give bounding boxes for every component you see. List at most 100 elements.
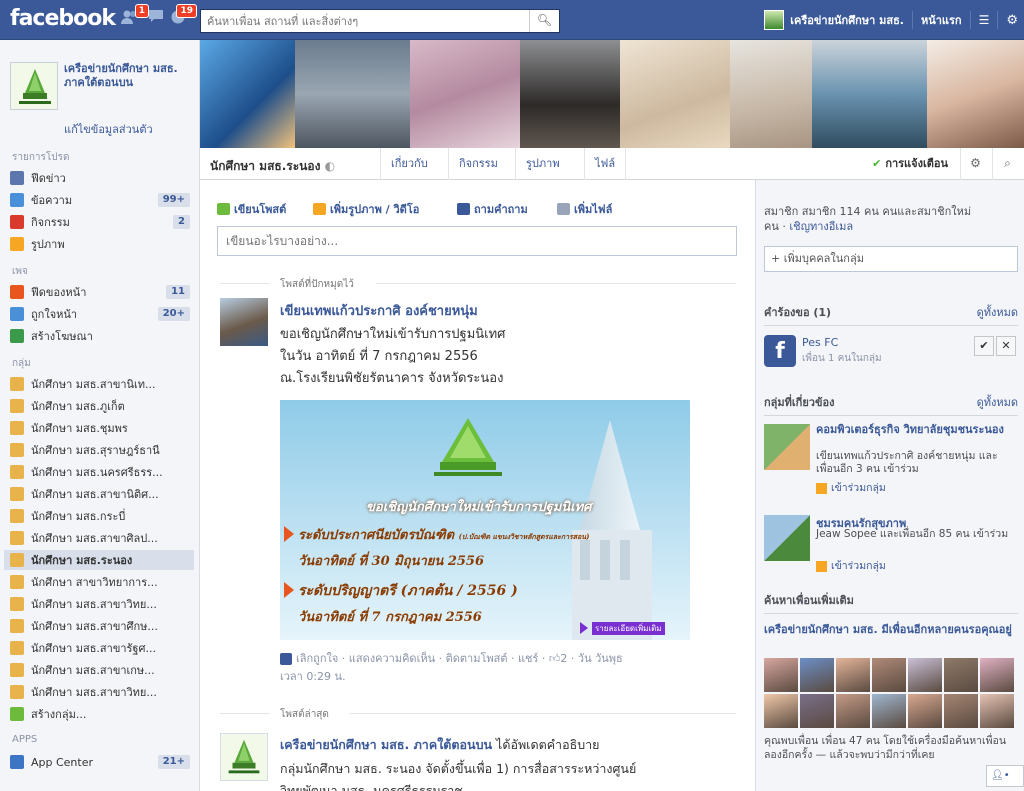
cover-photo-8[interactable] — [927, 40, 1024, 148]
sidebar-group-item-2[interactable]: นักศึกษา มสธ.ชุมพร — [10, 418, 194, 438]
user-name-link[interactable]: เครือข่ายนักศึกษา มสธ. — [790, 11, 904, 29]
sidebar-app-item-0[interactable]: App Center 21+ — [10, 752, 194, 772]
pinned-post-actions: เลิกถูกใจ · แสดงความคิดเห็น · ติดตามโพสต… — [280, 650, 700, 686]
sidebar-group-item-7[interactable]: นักศึกษา มสธ.สาขาศิลป... — [10, 528, 194, 548]
add-people-input[interactable]: + เพิ่มบุคคลในกลุ่ม — [764, 246, 1018, 272]
related-see-all-link[interactable]: ดูทั้งหมด — [977, 392, 1018, 414]
friend-suggestion-photo[interactable] — [872, 694, 906, 728]
tab-events[interactable]: กิจกรรม — [448, 148, 508, 180]
recent-author-avatar[interactable] — [220, 733, 268, 781]
related-group-1-thumbnail[interactable] — [764, 424, 810, 470]
sidebar-group-item-3[interactable]: นักศึกษา มสธ.สุราษฎร์ธานี — [10, 440, 194, 460]
tab-files[interactable]: ไฟล์ — [584, 148, 627, 180]
sidebar-group-item-11[interactable]: นักศึกษา มสธ.สาขาศึกษ... — [10, 616, 194, 636]
friend-suggestion-photo[interactable] — [980, 658, 1014, 692]
sidebar-group-item-10[interactable]: นักศึกษา มสธ.สาขาวิทย... — [10, 594, 194, 614]
sidebar-group-item-13[interactable]: นักศึกษา มสธ.สาขาเกษ... — [10, 660, 194, 680]
sidebar-group-item-1[interactable]: นักศึกษา มสธ.ภูเก็ต — [10, 396, 194, 416]
requests-see-all-link[interactable]: ดูทั้งหมด — [977, 302, 1018, 324]
sidebar-group-item-8[interactable]: นักศึกษา มสธ.ระนอง — [4, 550, 194, 570]
banner-line-4: วันอาทิตย์ ที่ 7 กรกฎาคม 2556 — [298, 610, 482, 625]
friend-suggestion-photo[interactable] — [872, 658, 906, 692]
cover-photo-3[interactable] — [410, 40, 520, 148]
sidebar-favorite-item-0[interactable]: ฟีดข่าว — [10, 168, 194, 188]
friend-suggestion-photo[interactable] — [836, 694, 870, 728]
related-group-2-join[interactable]: เข้าร่วมกลุ่ม — [816, 557, 886, 574]
friend-suggestion-photo[interactable] — [800, 658, 834, 692]
tab-photos[interactable]: รูปภาพ — [515, 148, 570, 180]
sidebar-group-item-6[interactable]: นักศึกษา มสธ.กระบี่ — [10, 506, 194, 526]
sidebar-page-item-2[interactable]: สร้างโฆษณา — [10, 326, 194, 346]
ask-question-tab[interactable]: ถามคำถาม — [457, 200, 528, 218]
related-group-1-join[interactable]: เข้าร่วมกลุ่ม — [816, 479, 886, 496]
recent-posts-label: โพสต์ล่าสุด — [280, 709, 329, 720]
search-icon[interactable]: 🔍︎ — [529, 10, 559, 32]
approve-check-icon[interactable]: ✔ — [974, 336, 994, 356]
sidebar-group-item-5[interactable]: นักศึกษา มสธ.สาขานิติศ... — [10, 484, 194, 504]
invite-by-email-link[interactable]: เชิญทางอีเมล — [789, 220, 853, 233]
sidebar-group-item-14[interactable]: นักศึกษา มสธ.สาขาวิทย... — [10, 682, 194, 702]
friend-suggestion-photo[interactable] — [908, 694, 942, 728]
friend-suggestion-photo[interactable] — [908, 658, 942, 692]
notifications-button[interactable]: ✔ การแจ้งเตือน — [862, 148, 958, 180]
friend-suggestion-photo[interactable] — [764, 694, 798, 728]
sidebar-favorite-label: ข้อความ — [31, 194, 73, 207]
add-photo-video-tab[interactable]: เพิ่มรูปภาพ / วิดีโอ — [313, 200, 419, 218]
friend-suggestion-photo[interactable] — [944, 694, 978, 728]
messages-icon[interactable] — [146, 9, 166, 27]
settings-gear-icon[interactable]: ⚙ — [1006, 13, 1018, 28]
composer-input[interactable] — [217, 226, 737, 256]
pinned-post-image[interactable]: ขอเชิญนักศึกษาใหม่เข้ารับการปฐมนิเทศ ระด… — [280, 400, 690, 640]
friend-requests-icon[interactable]: 1 — [120, 4, 149, 27]
sidebar-page-item-0[interactable]: ฟีดของหน้า 11 — [10, 282, 194, 302]
sidebar-group-item-9[interactable]: นักศึกษา สาขาวิทยาการ... — [10, 572, 194, 592]
post-action-links[interactable]: เลิกถูกใจ · แสดงความคิดเห็น · ติดตามโพสต… — [296, 652, 549, 665]
pinned-author-avatar[interactable] — [220, 298, 268, 346]
sidebar-page-item-1[interactable]: ถูกใจหน้า 20+ — [10, 304, 194, 324]
friend-suggestion-photo[interactable] — [944, 658, 978, 692]
search-input[interactable] — [201, 10, 526, 32]
pinned-author-link[interactable]: เขียนเทพแก้วประกาศิ องค์ชายหนุ่ม — [280, 300, 478, 321]
decline-x-icon[interactable]: ✕ — [996, 336, 1016, 356]
friend-suggestion-photo[interactable] — [764, 658, 798, 692]
related-group-1-name[interactable]: คอมพิวเตอร์ธุรกิจ วิทยาลัยชุมชนระนอง — [816, 423, 1016, 436]
friend-suggestion-photo[interactable] — [980, 694, 1014, 728]
profile-picture[interactable] — [10, 62, 58, 110]
facebook-logo[interactable]: facebook — [10, 6, 116, 31]
notifications-icon[interactable]: 19 — [168, 4, 197, 27]
request-name-link[interactable]: Pes FC — [802, 336, 838, 349]
request-facebook-icon[interactable]: f — [764, 335, 796, 367]
cover-photo-5[interactable] — [620, 40, 730, 148]
profile-name[interactable]: เครือข่ายนักศึกษา มสธ. ภาคใต้ตอนบน — [64, 62, 182, 90]
sidebar-group-item-0[interactable]: นักศึกษา มสธ.สาขานิเท... — [10, 374, 194, 394]
group-search-icon[interactable]: ⌕ — [992, 148, 1022, 180]
home-link[interactable]: หน้าแรก — [921, 11, 962, 29]
user-avatar[interactable] — [764, 10, 785, 30]
sidebar-group-item-4[interactable]: นักศึกษา มสธ.นครศรีธรร... — [10, 462, 194, 482]
edit-profile-link[interactable]: แก้ไขข้อมูลส่วนตัว — [64, 120, 153, 138]
sidebar-favorite-item-3[interactable]: รูปภาพ — [10, 234, 194, 254]
sidebar-group-item-12[interactable]: นักศึกษา มสธ.สาขารัฐศ... — [10, 638, 194, 658]
recent-author-link[interactable]: เครือข่ายนักศึกษา มสธ. ภาคใต้ตอนบน — [280, 737, 492, 752]
cover-photo-7[interactable] — [812, 40, 927, 148]
cover-photo-6[interactable] — [730, 40, 812, 148]
write-post-tab[interactable]: เขียนโพสต์ — [217, 200, 286, 218]
sidebar-group-item-15[interactable]: สร้างกลุ่ม... — [10, 704, 194, 724]
related-group-2-thumbnail[interactable] — [764, 515, 810, 561]
friend-suggestion-photo[interactable] — [836, 658, 870, 692]
find-friends-link[interactable]: เครือข่ายนักศึกษา มสธ. มีเพื่อนอีกหลายคน… — [764, 621, 1014, 638]
group-settings-gear-icon[interactable]: ⚙ — [960, 148, 990, 180]
sidebar-favorite-item-2[interactable]: กิจกรรม 2 — [10, 212, 194, 232]
cover-photo-1[interactable] — [200, 40, 295, 148]
cover-photo-4[interactable] — [520, 40, 620, 148]
chat-sidebar-toggle-icon[interactable]: 👤︎• — [986, 765, 1024, 787]
group-name[interactable]: นักศึกษา มสธ.ระนอง ◐ — [210, 157, 335, 176]
add-file-tab[interactable]: เพิ่มไฟล์ — [557, 200, 612, 218]
post-timestamp-day[interactable]: · วัน วันพุธ — [567, 652, 623, 665]
post-timestamp-time[interactable]: เวลา 0:29 น. — [280, 670, 346, 683]
friend-suggestion-photo[interactable] — [800, 694, 834, 728]
tab-about[interactable]: เกี่ยวกับ — [380, 148, 438, 180]
privacy-shortcuts-icon[interactable]: ☰ — [979, 13, 990, 27]
sidebar-favorite-item-1[interactable]: ข้อความ 99+ — [10, 190, 194, 210]
cover-photo-2[interactable] — [295, 40, 410, 148]
